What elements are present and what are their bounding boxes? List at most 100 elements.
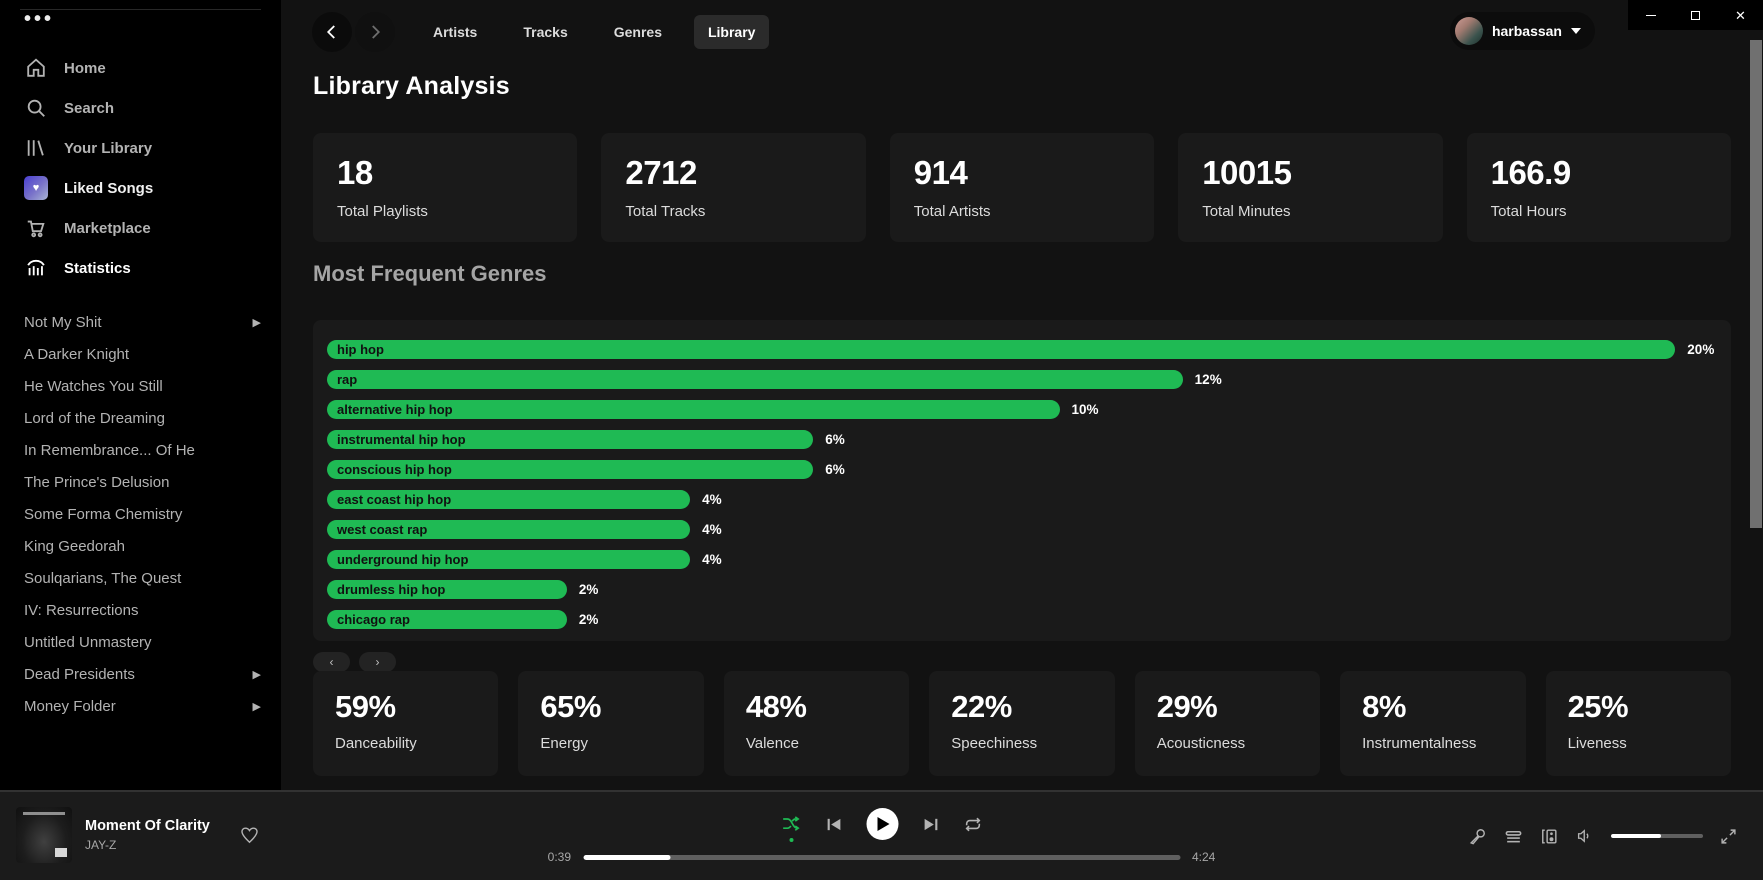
chevron-right-icon: ▶ [253, 668, 261, 681]
playlist-item[interactable]: IV: Resurrections [0, 594, 281, 626]
tab-library[interactable]: Library [694, 15, 769, 49]
play-button[interactable] [866, 808, 898, 840]
genre-bar-row: conscious hip hop6% [327, 454, 1717, 484]
genres-section-title: Most Frequent Genres [313, 261, 546, 287]
sidebar-item-search[interactable]: Search [0, 88, 281, 128]
vertical-scrollbar-thumb[interactable] [1750, 40, 1762, 528]
stats-cards: 18 Total Playlists 2712 Total Tracks 914… [313, 133, 1731, 242]
sidebar-item-home[interactable]: Home [0, 48, 281, 88]
close-button[interactable]: ✕ [1718, 0, 1763, 30]
stat-card-total-artists: 914 Total Artists [890, 133, 1154, 242]
feature-label: Speechiness [951, 735, 1092, 752]
sidebar-item-label: Your Library [64, 140, 152, 157]
repeat-button[interactable] [963, 815, 982, 834]
playlist-folder[interactable]: Dead Presidents▶ [0, 658, 281, 690]
progress-section: 0:39 4:24 [537, 850, 1226, 864]
feature-label: Energy [540, 735, 681, 752]
genre-bar[interactable]: instrumental hip hop [327, 430, 813, 449]
sidebar-item-label: Search [64, 100, 114, 117]
volume-icon[interactable] [1576, 827, 1594, 845]
genre-bar-row: instrumental hip hop6% [327, 424, 1717, 454]
playlist-folder[interactable]: Money Folder▶ [0, 690, 281, 722]
pager-next-button[interactable]: › [359, 652, 396, 672]
user-menu[interactable]: harbassan [1450, 12, 1595, 50]
maximize-button[interactable] [1673, 0, 1718, 30]
sidebar-item-marketplace[interactable]: Marketplace [0, 208, 281, 248]
playlist-list: Not My Shit▶ A Darker Knight He Watches … [0, 306, 281, 722]
genre-bar[interactable]: west coast rap [327, 520, 690, 539]
chevron-right-icon: ▶ [253, 700, 261, 713]
progress-bar[interactable] [583, 855, 1180, 860]
playlist-item[interactable]: King Geedorah [0, 530, 281, 562]
like-button[interactable] [240, 826, 259, 845]
pager-prev-button[interactable]: ‹ [313, 652, 350, 672]
feature-card-liveness: 25% Liveness [1546, 671, 1731, 776]
sidebar-item-statistics[interactable]: Statistics [0, 248, 281, 288]
now-playing: Moment Of Clarity JAY-Z [16, 807, 259, 863]
volume-slider[interactable] [1611, 834, 1703, 838]
genre-bar-chart: hip hop20% rap12% alternative hip hop10%… [313, 320, 1731, 641]
feature-card-acousticness: 29% Acousticness [1135, 671, 1320, 776]
playlist-item[interactable]: Lord of the Dreaming [0, 402, 281, 434]
previous-track-button[interactable] [825, 816, 842, 833]
sidebar-item-liked-songs[interactable]: ♥ Liked Songs [0, 168, 281, 208]
feature-value: 65% [540, 689, 681, 725]
stat-label: Total Playlists [337, 203, 553, 220]
track-title[interactable]: Moment Of Clarity [85, 818, 210, 834]
queue-button[interactable] [1504, 827, 1523, 846]
tab-tracks[interactable]: Tracks [509, 15, 581, 49]
genre-bar[interactable]: conscious hip hop [327, 460, 813, 479]
genre-pager: ‹ › [313, 652, 396, 672]
player-bar: Moment Of Clarity JAY-Z 0: [0, 790, 1763, 880]
playback-controls [781, 808, 982, 840]
playlist-item[interactable]: Untitled Unmastery [0, 626, 281, 658]
minimize-button[interactable] [1628, 0, 1673, 30]
playlist-item[interactable]: The Prince's Delusion [0, 466, 281, 498]
tab-artists[interactable]: Artists [419, 15, 491, 49]
progress-fill [583, 855, 670, 860]
connect-device-button[interactable] [1540, 827, 1559, 846]
back-button[interactable] [312, 12, 352, 52]
genre-bar[interactable]: rap [327, 370, 1183, 389]
search-icon [24, 96, 48, 120]
stat-card-total-playlists: 18 Total Playlists [313, 133, 577, 242]
stat-value: 2712 [625, 154, 841, 192]
fullscreen-button[interactable] [1720, 828, 1737, 845]
playlist-item[interactable]: Soulqarians, The Quest [0, 562, 281, 594]
shuffle-button[interactable] [781, 814, 801, 834]
tab-genres[interactable]: Genres [600, 15, 676, 49]
genre-bar[interactable]: underground hip hop [327, 550, 690, 569]
chevron-right-icon: ▶ [253, 316, 261, 329]
playlist-item[interactable]: Some Forma Chemistry [0, 498, 281, 530]
maximize-icon [1691, 11, 1700, 20]
sidebar-item-your-library[interactable]: Your Library [0, 128, 281, 168]
volume-fill [1611, 834, 1661, 838]
genre-percent: 2% [579, 582, 599, 597]
library-icon [24, 136, 48, 160]
genre-bar[interactable]: alternative hip hop [327, 400, 1060, 419]
genre-bar-row: hip hop 20% [327, 334, 1717, 364]
genre-percent: 4% [702, 522, 722, 537]
genre-bar[interactable]: east coast hip hop [327, 490, 690, 509]
album-art[interactable] [16, 807, 72, 863]
track-artist[interactable]: JAY-Z [85, 838, 210, 852]
genre-bar[interactable]: drumless hip hop [327, 580, 567, 599]
sidebar-nav: Home Search Your Library ♥ Liked Songs [0, 48, 281, 288]
playlist-folder[interactable]: Not My Shit▶ [0, 306, 281, 338]
stat-label: Total Hours [1491, 203, 1707, 220]
playlist-item[interactable]: In Remembrance... Of He [0, 434, 281, 466]
playlist-item[interactable]: He Watches You Still [0, 370, 281, 402]
lyrics-mic-button[interactable] [1468, 827, 1487, 846]
page-title: Library Analysis [313, 72, 510, 101]
playlist-item[interactable]: A Darker Knight [0, 338, 281, 370]
genre-bar[interactable]: hip hop [327, 340, 1675, 359]
genre-bar[interactable]: chicago rap [327, 610, 567, 629]
cart-icon [24, 216, 48, 240]
genre-percent: 20% [1687, 342, 1714, 357]
forward-button[interactable] [355, 12, 395, 52]
next-track-button[interactable] [922, 816, 939, 833]
stat-value: 18 [337, 154, 553, 192]
home-icon [24, 56, 48, 80]
app-menu-icon[interactable]: ••• [24, 8, 54, 31]
genre-bar-row: underground hip hop4% [327, 544, 1717, 574]
